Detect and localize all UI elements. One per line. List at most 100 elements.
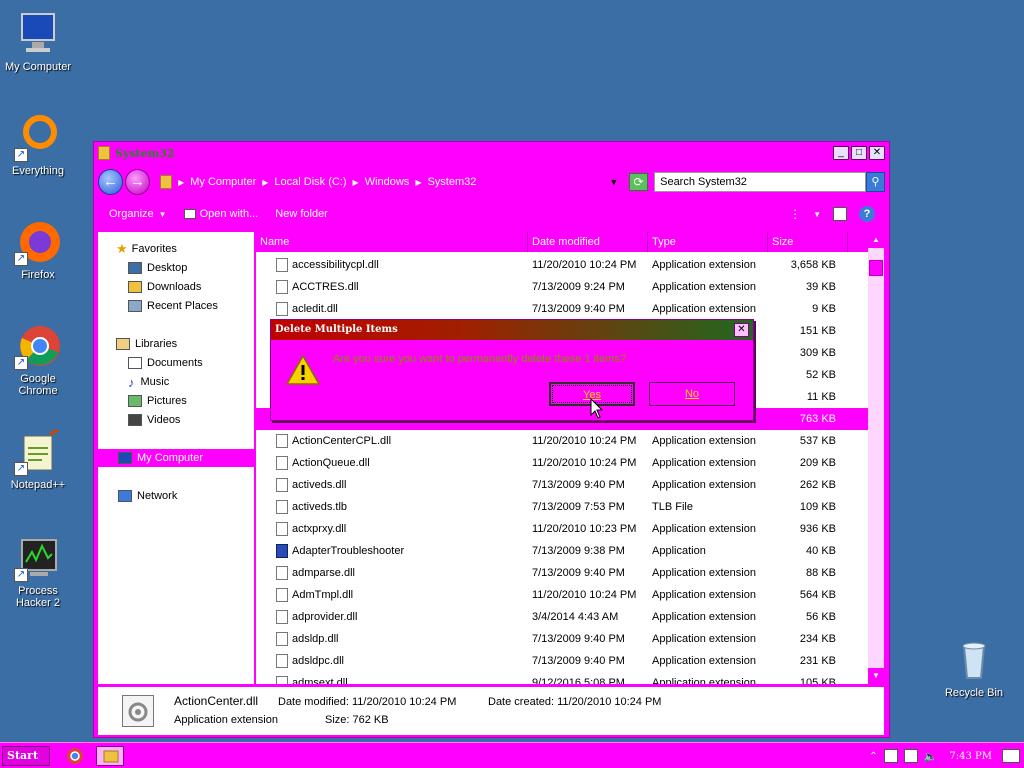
- desktop-icon-chrome[interactable]: ↗ Google Chrome: [0, 322, 76, 397]
- file-name: AdapterTroubleshooter: [292, 545, 405, 557]
- view-dropdown-icon[interactable]: ▼: [813, 210, 821, 219]
- nav-recent-places[interactable]: Recent Places: [98, 297, 254, 315]
- no-button[interactable]: No: [649, 382, 735, 406]
- column-size-header[interactable]: Size: [768, 232, 848, 252]
- show-desktop-icon[interactable]: [1002, 749, 1020, 763]
- action-center-icon[interactable]: [883, 749, 898, 763]
- nav-desktop[interactable]: Desktop: [98, 259, 254, 277]
- taskbar: Start ⌃ 🔈 7:43 PM: [0, 742, 1024, 768]
- breadcrumb-system32[interactable]: System32: [427, 176, 476, 188]
- search-input[interactable]: Search System32: [654, 172, 866, 192]
- nav-pictures[interactable]: Pictures: [98, 392, 254, 410]
- nav-documents-label: Documents: [147, 357, 203, 369]
- back-button[interactable]: ←: [98, 169, 124, 195]
- file-name: activeds.tlb: [292, 501, 348, 513]
- table-row[interactable]: AdapterTroubleshooter 7/13/2009 9:38 PM Ap…: [256, 540, 868, 562]
- preview-pane-icon[interactable]: [833, 207, 847, 221]
- table-row[interactable]: accessibilitycpl.dll 11/20/2010 10:24 PM A…: [256, 254, 868, 276]
- help-icon[interactable]: ?: [859, 206, 875, 222]
- column-type-header[interactable]: Type: [648, 232, 768, 252]
- file-type: Application extension: [652, 303, 756, 315]
- folder-icon: [160, 175, 173, 189]
- address-bar[interactable]: ▶ My Computer ▶ Local Disk (C:) ▶ Window…: [160, 171, 603, 193]
- clock[interactable]: 7:43 PM: [949, 751, 992, 762]
- scroll-down-icon[interactable]: ▼: [868, 668, 884, 684]
- file-icon: [276, 566, 288, 580]
- nav-recent-places-label: Recent Places: [147, 300, 218, 312]
- address-dropdown-icon[interactable]: ▼: [609, 177, 622, 187]
- table-row[interactable]: activeds.tlb 7/13/2009 7:53 PM TLB File 109…: [256, 496, 868, 518]
- search-icon[interactable]: ⚲: [865, 172, 885, 192]
- table-row[interactable]: adprovider.dll 3/4/2014 4:43 AM Applicatio…: [256, 606, 868, 628]
- desktop-icon-recycle-bin[interactable]: Recycle Bin: [936, 636, 1012, 699]
- table-row[interactable]: admsext.dll 9/12/2016 5:08 PM Application …: [256, 672, 868, 684]
- table-row[interactable]: adsldpc.dll 7/13/2009 9:40 PM Application …: [256, 650, 868, 672]
- nav-network[interactable]: Network: [98, 487, 254, 505]
- vertical-scrollbar[interactable]: ▲ ▼: [868, 232, 884, 684]
- breadcrumb-local-disk[interactable]: Local Disk (C:): [274, 176, 346, 188]
- file-type: Application extension: [652, 677, 756, 684]
- file-type: Application extension: [652, 567, 756, 579]
- dialog-title[interactable]: Delete Multiple Items: [271, 320, 753, 340]
- table-row[interactable]: acledit.dll 7/13/2009 9:40 PM Application …: [256, 298, 868, 320]
- table-row[interactable]: adsldp.dll 7/13/2009 9:40 PM Application e…: [256, 628, 868, 650]
- column-date-header[interactable]: Date modified: [528, 232, 648, 252]
- desktop-icon-everything[interactable]: ↗ Everything: [0, 114, 76, 177]
- organize-button[interactable]: Organize ▼: [109, 208, 167, 220]
- column-name-header[interactable]: Name: [256, 232, 528, 252]
- computer-icon: [118, 452, 132, 464]
- desktop-icon-notepadpp[interactable]: ↗ Notepad++: [0, 428, 76, 491]
- nav-my-computer[interactable]: My Computer: [98, 449, 254, 467]
- minimize-button[interactable]: _: [833, 146, 849, 160]
- nav-videos[interactable]: Videos: [98, 411, 254, 429]
- file-name: adprovider.dll: [292, 611, 358, 623]
- breadcrumb-separator-icon[interactable]: ▶: [178, 178, 184, 187]
- refresh-button[interactable]: ⟳: [628, 173, 649, 191]
- dialog-close-button[interactable]: ✕: [734, 323, 749, 337]
- recycle-bin-icon: [950, 636, 998, 684]
- details-size: Size: 762 KB: [325, 714, 389, 726]
- maximize-button[interactable]: □: [851, 146, 867, 160]
- file-type: Application extension: [652, 457, 756, 469]
- network-icon: [118, 490, 132, 502]
- breadcrumb-my-computer[interactable]: My Computer: [190, 176, 256, 188]
- table-row[interactable]: ACCTRES.dll 7/13/2009 9:24 PM Application …: [256, 276, 868, 298]
- breadcrumb-windows[interactable]: Windows: [365, 176, 410, 188]
- forward-button[interactable]: →: [125, 169, 151, 195]
- table-row[interactable]: activeds.dll 7/13/2009 9:40 PM Application…: [256, 474, 868, 496]
- breadcrumb-separator-icon[interactable]: ▶: [415, 178, 421, 187]
- table-row[interactable]: ActionCenterCPL.dll 11/20/2010 10:24 PM Ap…: [256, 430, 868, 452]
- close-button[interactable]: ✕: [869, 146, 885, 160]
- breadcrumb-separator-icon[interactable]: ▶: [262, 178, 268, 187]
- file-type: Application extension: [652, 435, 756, 447]
- nav-music[interactable]: ♪ Music: [98, 373, 254, 391]
- view-options-icon[interactable]: ⋮: [789, 207, 801, 221]
- table-row[interactable]: admparse.dll 7/13/2009 9:40 PM Application…: [256, 562, 868, 584]
- system-tray: ⌃ 🔈 7:43 PM: [869, 747, 1020, 765]
- chrome-taskbar-icon[interactable]: [66, 747, 84, 765]
- file-name: adsldpc.dll: [292, 655, 344, 667]
- network-tray-icon[interactable]: [903, 749, 918, 763]
- table-row[interactable]: actxprxy.dll 11/20/2010 10:23 PM Applicati…: [256, 518, 868, 540]
- start-button[interactable]: Start: [2, 746, 50, 766]
- file-date: 11/20/2010 10:24 PM: [532, 589, 637, 601]
- desktop-icon-firefox[interactable]: ↗ Firefox: [0, 218, 76, 281]
- window-titlebar[interactable]: System32: [94, 142, 889, 164]
- nav-documents[interactable]: Documents: [98, 354, 254, 372]
- new-folder-button[interactable]: New folder: [275, 208, 328, 220]
- volume-icon[interactable]: 🔈: [924, 750, 938, 763]
- desktop-icon-my-computer[interactable]: My Computer: [0, 10, 76, 73]
- desktop-icon-process-hacker[interactable]: ↗ Process Hacker 2: [0, 534, 76, 609]
- notepadpp-icon: ↗: [14, 428, 62, 476]
- explorer-taskbar-button[interactable]: [96, 746, 124, 766]
- table-row[interactable]: AdmTmpl.dll 11/20/2010 10:24 PM Applicatio…: [256, 584, 868, 606]
- open-with-button[interactable]: Open with...: [183, 208, 258, 220]
- scroll-up-icon[interactable]: ▲: [868, 232, 884, 248]
- nav-downloads[interactable]: Downloads: [98, 278, 254, 296]
- nav-libraries[interactable]: Libraries: [98, 335, 254, 353]
- nav-favorites[interactable]: ★ Favorites: [98, 240, 254, 258]
- scroll-thumb[interactable]: [869, 260, 883, 276]
- tray-expand-icon[interactable]: ⌃: [869, 751, 877, 762]
- table-row[interactable]: ActionQueue.dll 11/20/2010 10:24 PM Applic…: [256, 452, 868, 474]
- breadcrumb-separator-icon[interactable]: ▶: [353, 178, 359, 187]
